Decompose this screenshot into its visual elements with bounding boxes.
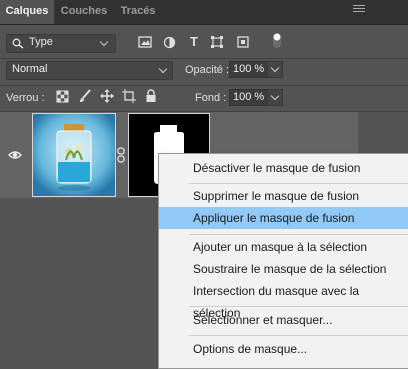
opacity-dropdown-button[interactable] bbox=[267, 61, 283, 78]
menu-item-mask-options[interactable]: Options de masque... bbox=[159, 338, 408, 360]
lock-image-pixels-brush-icon[interactable] bbox=[78, 89, 92, 103]
fill-label: Fond : bbox=[195, 92, 227, 104]
opacity-field[interactable]: 100 % bbox=[229, 61, 268, 78]
type-layer-filter-icon[interactable]: T bbox=[187, 35, 201, 49]
chevron-down-icon bbox=[270, 91, 280, 101]
smart-object-filter-icon[interactable] bbox=[236, 35, 250, 49]
lock-label: Verrou : bbox=[6, 92, 45, 104]
menu-item-subtract-mask-from-selection[interactable]: Soustraire le masque de la sélection bbox=[159, 258, 408, 280]
lock-all-icon[interactable] bbox=[145, 89, 157, 103]
opacity-label: Opacité : bbox=[185, 64, 230, 76]
search-icon bbox=[12, 38, 24, 49]
lock-artboard-icon[interactable] bbox=[122, 89, 136, 103]
chevron-down-icon bbox=[270, 63, 280, 73]
divider bbox=[0, 58, 408, 59]
tab-couches[interactable]: Couches bbox=[56, 0, 112, 24]
blend-mode-dropdown[interactable]: Normal bbox=[6, 61, 173, 80]
mask-link-chain-icon[interactable] bbox=[117, 147, 125, 163]
lock-transparent-pixels-icon[interactable] bbox=[56, 90, 69, 103]
fill-dropdown-button[interactable] bbox=[267, 89, 283, 106]
lock-position-move-icon[interactable] bbox=[100, 89, 114, 103]
menu-item-delete-layer-mask[interactable]: Supprimer le masque de fusion bbox=[159, 185, 408, 207]
divider bbox=[0, 85, 408, 86]
pixel-layer-filter-icon[interactable] bbox=[138, 36, 152, 49]
visibility-eye-icon[interactable] bbox=[8, 150, 22, 160]
menu-item-intersect-mask-with-selection[interactable]: Intersection du masque avec la sélection bbox=[159, 280, 408, 320]
menu-separator bbox=[189, 183, 408, 184]
shape-layer-filter-icon[interactable] bbox=[210, 35, 224, 49]
layer-image-thumbnail[interactable] bbox=[32, 113, 116, 197]
fill-field[interactable]: 100 % bbox=[229, 89, 268, 106]
adjustment-layer-filter-icon[interactable] bbox=[163, 36, 176, 49]
filter-kind-dropdown[interactable]: Type bbox=[6, 34, 116, 53]
chevron-down-icon bbox=[158, 64, 168, 74]
filter-toggle-icon[interactable] bbox=[273, 31, 281, 49]
tab-traces[interactable]: Tracés bbox=[114, 0, 162, 24]
menu-item-disable-layer-mask[interactable]: Désactiver le masque de fusion bbox=[159, 157, 408, 179]
menu-item-apply-layer-mask[interactable]: Appliquer le masque de fusion bbox=[159, 207, 408, 229]
menu-separator bbox=[189, 234, 408, 235]
tab-calques[interactable]: Calques bbox=[0, 0, 54, 24]
menu-item-add-mask-to-selection[interactable]: Ajouter un masque à la sélection bbox=[159, 236, 408, 258]
chevron-down-icon bbox=[99, 37, 109, 47]
menu-item-select-and-mask[interactable]: Sélectionner et masquer... bbox=[159, 309, 408, 331]
filter-kind-label: Type bbox=[29, 36, 53, 48]
menu-separator bbox=[189, 306, 408, 307]
panel-menu-icon[interactable] bbox=[353, 5, 365, 15]
menu-separator bbox=[189, 335, 408, 336]
context-menu: Désactiver le masque de fusion Supprimer… bbox=[158, 153, 408, 369]
blend-mode-value: Normal bbox=[12, 63, 48, 75]
